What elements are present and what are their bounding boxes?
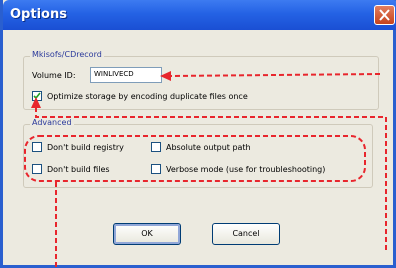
volume-id-arrowhead bbox=[160, 71, 171, 81]
optimize-arrow-line bbox=[35, 106, 387, 250]
optimize-arrowhead bbox=[31, 97, 41, 108]
annotation-overlay bbox=[24, 71, 387, 268]
volume-id-arrow-line bbox=[169, 73, 381, 77]
advanced-highlight bbox=[24, 135, 366, 182]
